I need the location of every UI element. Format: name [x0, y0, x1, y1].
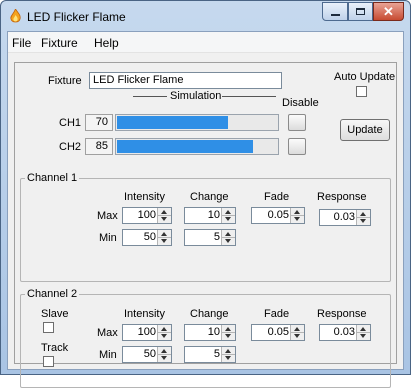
simulation-label: Simulation	[170, 90, 222, 102]
ch1-max-fade-stepper[interactable]: 0.05	[251, 207, 305, 224]
ch1-min-label: Min	[99, 232, 117, 244]
ch1-max-intensity-stepper[interactable]: 100	[122, 207, 172, 224]
ch2-max-label: Max	[97, 327, 118, 339]
ch1-max-label: Max	[97, 210, 118, 222]
ch2-max-change-stepper[interactable]: 10	[184, 324, 236, 341]
ch2-fade-header: Fade	[264, 308, 290, 320]
ch2-intensity-header: Intensity	[124, 308, 165, 320]
ch1-level-fill	[117, 116, 229, 129]
ch2-min-intensity-stepper[interactable]: 50	[122, 346, 172, 363]
fixture-label: Fixture	[48, 75, 82, 87]
channel1-title: Channel 1	[25, 172, 80, 184]
auto-update-label: Auto Update	[334, 71, 396, 83]
ch2-response-header: Response	[317, 308, 367, 320]
ch2-value: 85	[85, 138, 113, 155]
track-label: Track	[41, 342, 69, 354]
channel2-title: Channel 2	[25, 288, 80, 300]
ch1-level-bar	[115, 114, 279, 131]
menu-file[interactable]: File	[12, 36, 31, 50]
slave-label: Slave	[41, 308, 69, 320]
ch1-max-change-stepper[interactable]: 10	[184, 207, 236, 224]
ch2-level-fill	[117, 140, 253, 153]
flame-icon	[9, 8, 22, 24]
ch2-min-change-stepper[interactable]: 5	[184, 346, 236, 363]
track-checkbox[interactable]	[43, 356, 54, 367]
menu-help[interactable]: Help	[94, 36, 119, 50]
ch2-label: CH2	[59, 141, 82, 153]
app-window: LED Flicker Flame ✕ File Fixture Help Fi…	[0, 0, 411, 388]
ch1-fade-header: Fade	[264, 191, 290, 203]
close-icon: ✕	[383, 3, 394, 19]
fixture-name-input[interactable]: LED Flicker Flame	[89, 72, 282, 89]
ch1-value: 70	[85, 114, 113, 131]
simulation-line-right	[222, 96, 276, 97]
title-bar[interactable]: LED Flicker Flame ✕	[1, 1, 410, 31]
ch1-disable-button[interactable]	[288, 114, 306, 131]
ch1-response-header: Response	[317, 191, 367, 203]
slave-checkbox[interactable]	[43, 322, 54, 333]
auto-update-checkbox[interactable]	[356, 86, 367, 97]
client-area: File Fixture Help Fixture LED Flicker Fl…	[7, 31, 404, 388]
menu-fixture[interactable]: Fixture	[41, 36, 78, 50]
ch1-label: CH1	[59, 117, 82, 129]
minimize-button[interactable]	[322, 2, 348, 21]
ch2-max-response-stepper[interactable]: 0.03	[319, 324, 371, 341]
ch1-min-change-stepper[interactable]: 5	[184, 229, 236, 246]
disable-label: Disable	[282, 97, 319, 109]
channel1-group: Channel 1 Intensity Change Fade Response…	[20, 172, 391, 282]
simulation-line-left	[133, 96, 167, 97]
ch2-min-label: Min	[99, 349, 117, 361]
close-button[interactable]: ✕	[373, 2, 404, 21]
ch1-change-header: Change	[190, 191, 229, 203]
channel2-group: Channel 2 Slave Track Intensity Change F…	[20, 288, 391, 388]
ch1-max-response-stepper[interactable]: 0.03	[319, 209, 371, 226]
ch1-min-intensity-stepper[interactable]: 50	[122, 229, 172, 246]
ch2-level-bar	[115, 138, 279, 155]
ch1-intensity-header: Intensity	[124, 191, 165, 203]
maximize-icon	[356, 8, 365, 15]
minimize-icon	[330, 13, 340, 16]
ch2-max-fade-stepper[interactable]: 0.05	[251, 324, 305, 341]
maximize-button[interactable]	[348, 2, 373, 21]
ch2-disable-button[interactable]	[288, 138, 306, 155]
ch2-change-header: Change	[190, 308, 229, 320]
main-panel: Fixture LED Flicker Flame Auto Update Si…	[14, 62, 397, 388]
ch2-max-intensity-stepper[interactable]: 100	[122, 324, 172, 341]
window-title: LED Flicker Flame	[27, 10, 126, 24]
update-button[interactable]: Update	[340, 119, 390, 141]
menu-bar: File Fixture Help	[8, 32, 403, 53]
